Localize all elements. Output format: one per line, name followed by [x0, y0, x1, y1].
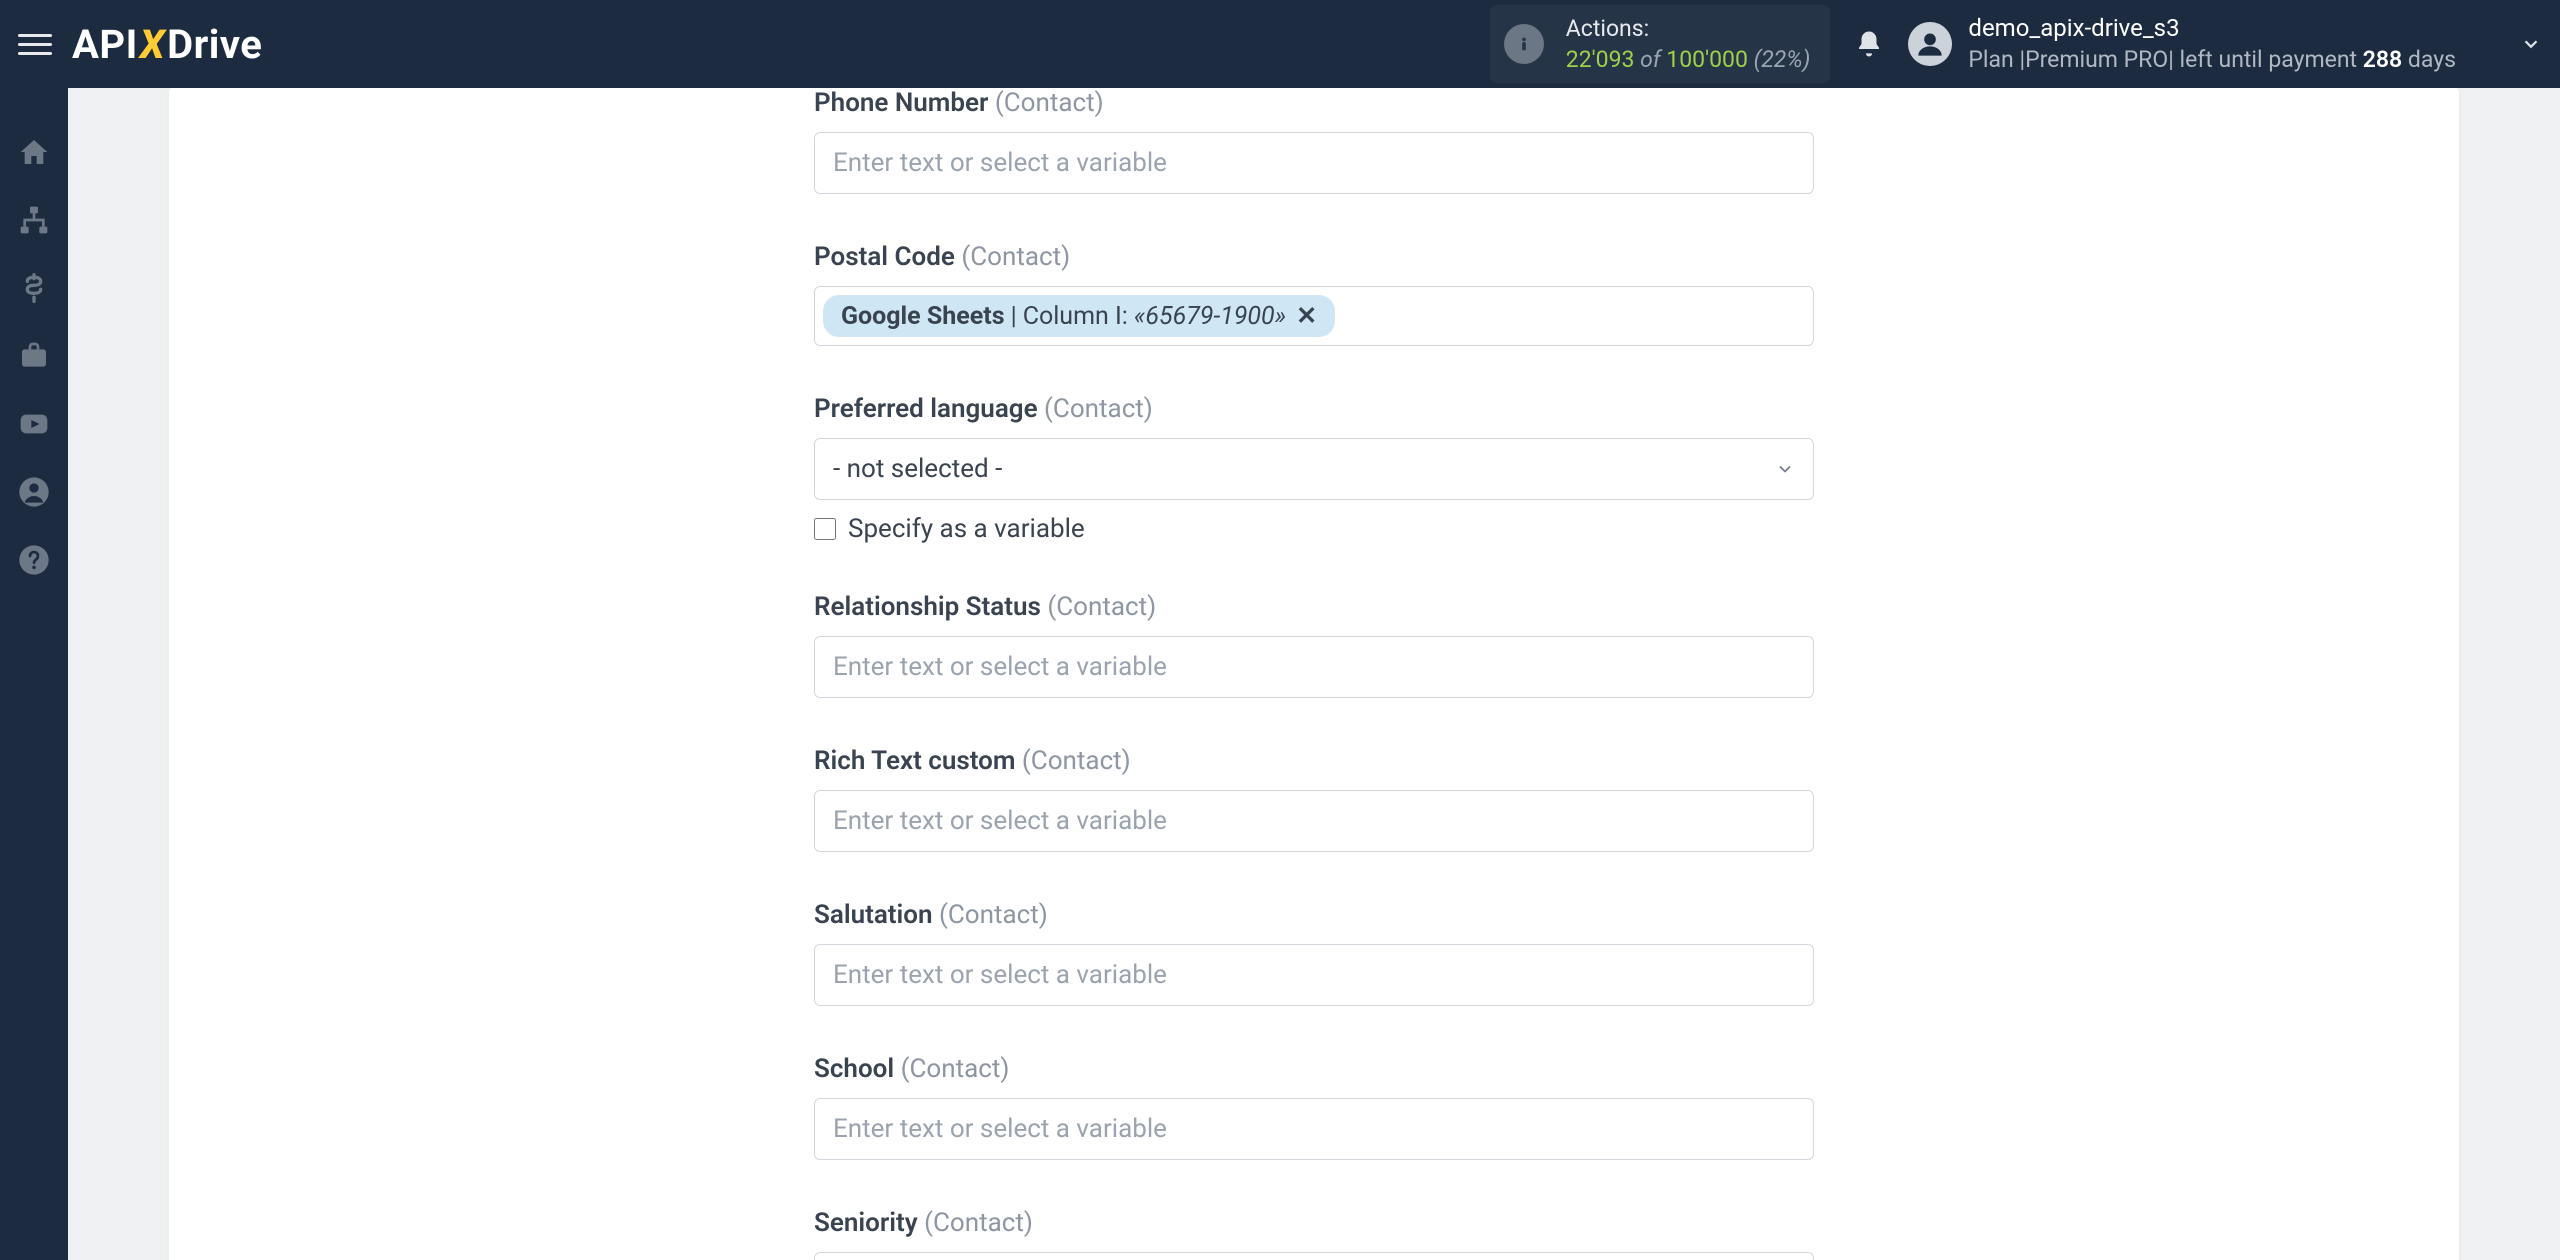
actions-total: 100'000: [1666, 46, 1748, 73]
sidebar-profile-icon[interactable]: [0, 458, 68, 526]
chevron-down-icon: [1775, 459, 1795, 479]
postal-code-input[interactable]: Google Sheets | Column I: «65679-1900» ✕: [814, 286, 1814, 346]
select-value: - not selected -: [833, 454, 1002, 484]
variable-chip[interactable]: Google Sheets | Column I: «65679-1900» ✕: [823, 295, 1335, 337]
logo-x: X: [140, 21, 165, 68]
seniority-input[interactable]: [814, 1252, 1814, 1260]
field-label: School (Contact): [814, 1054, 1814, 1084]
user-text: demo_apix-drive_s3 Plan |Premium PRO| le…: [1968, 13, 2456, 74]
sidebar-help-icon[interactable]: [0, 526, 68, 594]
field-preferred-language: Preferred language (Contact) - not selec…: [814, 394, 1814, 544]
field-label: Relationship Status (Contact): [814, 592, 1814, 622]
notifications-icon[interactable]: [1854, 29, 1884, 59]
sidebar-video-icon[interactable]: [0, 390, 68, 458]
specify-variable-checkbox[interactable]: Specify as a variable: [814, 514, 1814, 544]
actions-usage-box[interactable]: Actions: 22'093 of 100'000 (22%): [1490, 5, 1831, 83]
avatar-icon: [1908, 22, 1952, 66]
field-rich-text-custom: Rich Text custom (Contact): [814, 746, 1814, 852]
field-school: School (Contact): [814, 1054, 1814, 1160]
relationship-status-input[interactable]: [814, 636, 1814, 698]
field-postal-code: Postal Code (Contact) Google Sheets | Co…: [814, 242, 1814, 346]
field-label: Phone Number (Contact): [814, 88, 1814, 118]
header-right: Actions: 22'093 of 100'000 (22%) demo_ap…: [1490, 5, 2542, 83]
actions-label: Actions:: [1566, 13, 1811, 44]
rich-text-custom-input[interactable]: [814, 790, 1814, 852]
actions-text: Actions: 22'093 of 100'000 (22%): [1566, 13, 1811, 75]
specify-variable-input[interactable]: [814, 518, 836, 540]
field-seniority: Seniority (Contact): [814, 1208, 1814, 1260]
phone-number-input[interactable]: [814, 132, 1814, 194]
field-label: Rich Text custom (Contact): [814, 746, 1814, 776]
field-phone-number: Phone Number (Contact): [814, 88, 1814, 194]
sidebar-home-icon[interactable]: [0, 118, 68, 186]
sidebar: [0, 88, 68, 1260]
app-header: API X Drive Actions: 22'093 of 100'000 (…: [0, 0, 2560, 88]
field-relationship-status: Relationship Status (Contact): [814, 592, 1814, 698]
preferred-language-select[interactable]: - not selected -: [814, 438, 1814, 500]
actions-pct: (22%): [1754, 46, 1811, 73]
field-label: Preferred language (Contact): [814, 394, 1814, 424]
sidebar-briefcase-icon[interactable]: [0, 322, 68, 390]
specify-variable-label: Specify as a variable: [848, 514, 1085, 544]
field-salutation: Salutation (Contact): [814, 900, 1814, 1006]
field-label: Postal Code (Contact): [814, 242, 1814, 272]
chip-remove-icon[interactable]: ✕: [1296, 301, 1317, 331]
user-menu-chevron-icon[interactable]: [2520, 33, 2542, 55]
user-menu[interactable]: demo_apix-drive_s3 Plan |Premium PRO| le…: [1908, 13, 2496, 74]
logo[interactable]: API X Drive: [72, 21, 262, 68]
info-icon: [1504, 24, 1544, 64]
salutation-input[interactable]: [814, 944, 1814, 1006]
main-content: Phone Number (Contact) Postal Code (Cont…: [68, 88, 2560, 1260]
field-label: Salutation (Contact): [814, 900, 1814, 930]
actions-used: 22'093: [1566, 46, 1635, 73]
form-card: Phone Number (Contact) Postal Code (Cont…: [169, 88, 2459, 1260]
logo-api: API: [72, 21, 138, 68]
actions-of: of: [1640, 46, 1666, 73]
logo-drive: Drive: [167, 21, 262, 68]
sidebar-connections-icon[interactable]: [0, 186, 68, 254]
menu-toggle-icon[interactable]: [18, 27, 52, 61]
sidebar-billing-icon[interactable]: [0, 254, 68, 322]
field-label: Seniority (Contact): [814, 1208, 1814, 1238]
user-plan: Plan |Premium PRO| left until payment 28…: [1968, 45, 2456, 75]
user-name: demo_apix-drive_s3: [1968, 13, 2456, 44]
school-input[interactable]: [814, 1098, 1814, 1160]
